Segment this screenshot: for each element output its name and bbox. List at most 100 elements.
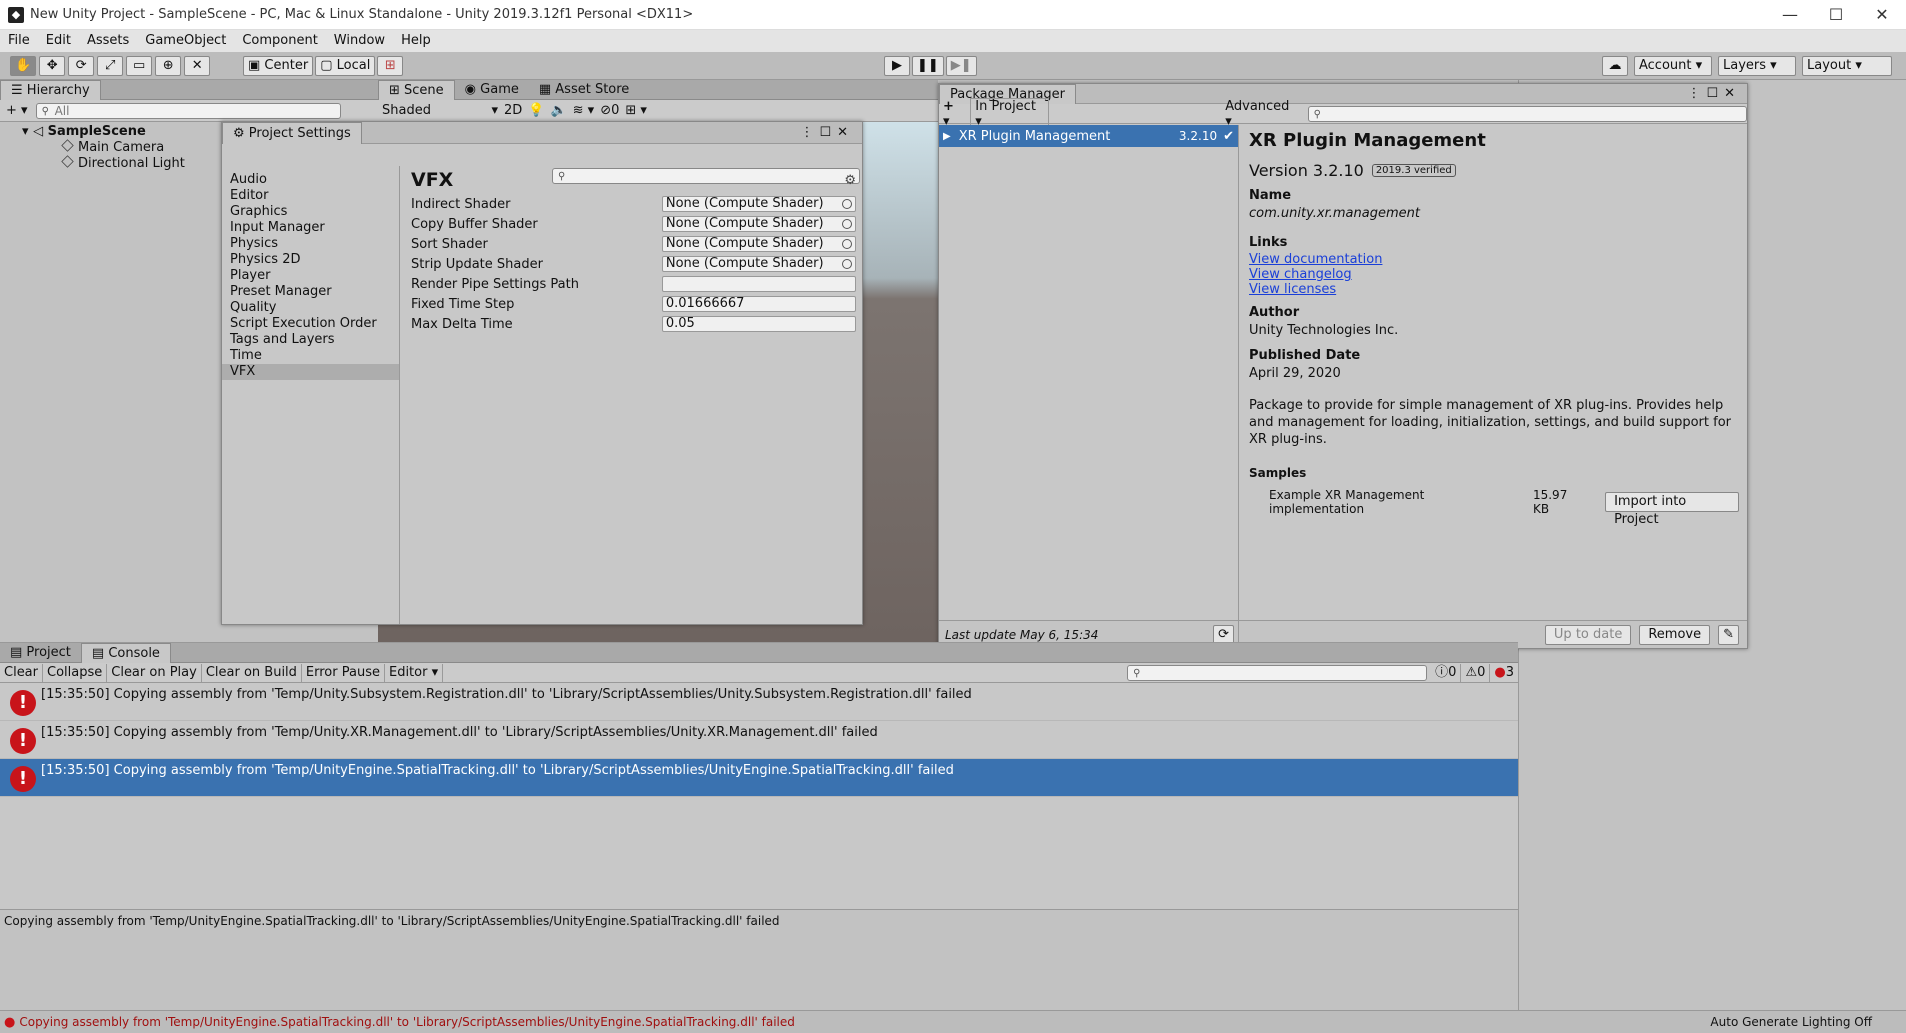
hand-tool-icon[interactable]: ✋ [10, 56, 37, 76]
package-search-input[interactable]: ⚲ [1307, 105, 1747, 122]
clear-on-build-button[interactable]: Clear on Build [202, 663, 302, 682]
custom-tool-icon[interactable]: ✕ [184, 56, 211, 76]
log-entry[interactable]: ! [15:35:50] Copying assembly from 'Temp… [0, 683, 1518, 721]
maximize-icon[interactable]: ☐ [819, 125, 837, 140]
create-dropdown-button[interactable]: + ▾ [6, 103, 28, 118]
maximize-icon[interactable]: ☐ [1706, 86, 1724, 101]
category-tags-and-layers[interactable]: Tags and Layers [222, 332, 399, 348]
menu-component[interactable]: Component [234, 30, 325, 52]
expand-arrow-icon[interactable]: ▾ [22, 124, 29, 139]
remove-button[interactable]: Remove [1639, 624, 1711, 645]
sort-shader-field[interactable]: None (Compute Shader) [661, 236, 856, 252]
expand-arrow-icon[interactable]: ▶ [943, 131, 951, 142]
copy-buffer-shader-field[interactable]: None (Compute Shader) [661, 216, 856, 232]
object-picker-icon[interactable] [842, 219, 852, 229]
shading-mode-dropdown[interactable]: Shaded ▾ [382, 103, 498, 118]
step-button[interactable]: ▶❚ [945, 56, 977, 76]
warning-filter-toggle[interactable]: ⚠0 [1461, 663, 1491, 682]
mode-2d-toggle[interactable]: 2D [504, 103, 522, 118]
view-changelog-link[interactable]: View changelog [1249, 267, 1739, 282]
category-quality[interactable]: Quality [222, 300, 399, 316]
close-button[interactable]: ✕ [1859, 0, 1905, 30]
account-dropdown[interactable]: Account ▾ [1634, 56, 1712, 76]
render-pipe-settings-path-input[interactable] [661, 276, 856, 292]
rect-tool-icon[interactable]: ▭ [126, 56, 153, 76]
menu-file[interactable]: File [0, 30, 38, 52]
error-filter-toggle[interactable]: ●3 [1490, 664, 1518, 682]
category-vfx[interactable]: VFX [222, 364, 399, 380]
tab-hierarchy[interactable]: ☰ Hierarchy [0, 79, 101, 100]
category-input-manager[interactable]: Input Manager [222, 220, 399, 236]
collapse-button[interactable]: Collapse [43, 663, 108, 682]
advanced-dropdown[interactable]: Advanced ▾ [1225, 99, 1297, 129]
object-picker-icon[interactable] [842, 199, 852, 209]
tab-project[interactable]: ▤ Project [0, 643, 81, 663]
layout-dropdown[interactable]: Layout ▾ [1802, 56, 1892, 76]
object-picker-icon[interactable] [842, 259, 852, 269]
clear-button[interactable]: Clear [0, 663, 43, 682]
log-entry-selected[interactable]: ! [15:35:50] Copying assembly from 'Temp… [0, 759, 1518, 797]
view-licenses-link[interactable]: View licenses [1249, 282, 1739, 297]
menu-gameobject[interactable]: GameObject [137, 30, 234, 52]
pivot-toggle-button[interactable]: ▣ Center [243, 56, 314, 76]
tab-project-settings[interactable]: ⚙ Project Settings [222, 121, 362, 144]
category-script-execution-order[interactable]: Script Execution Order [222, 316, 399, 332]
category-time[interactable]: Time [222, 348, 399, 364]
status-message[interactable]: Copying assembly from 'Temp/UnityEngine.… [19, 1015, 795, 1029]
tab-scene[interactable]: ⊞ Scene [378, 79, 455, 100]
effects-toggle-icon[interactable]: ≋ ▾ [573, 103, 595, 118]
space-toggle-button[interactable]: ▢ Local [315, 56, 376, 76]
grid-toggle-icon[interactable]: ⊞ ▾ [625, 103, 647, 118]
edit-icon[interactable]: ✎ [1718, 624, 1739, 645]
layers-dropdown[interactable]: Layers ▾ [1718, 56, 1796, 76]
editor-dropdown[interactable]: Editor ▾ [385, 663, 444, 682]
strip-update-shader-field[interactable]: None (Compute Shader) [661, 256, 856, 272]
close-icon[interactable]: ✕ [837, 125, 854, 140]
category-physics[interactable]: Physics [222, 236, 399, 252]
minimize-button[interactable]: — [1767, 0, 1813, 30]
audio-toggle-icon[interactable]: 🔈 [550, 103, 566, 118]
indirect-shader-field[interactable]: None (Compute Shader) [661, 196, 856, 212]
add-package-button[interactable]: + ▾ [943, 99, 964, 129]
maximize-button[interactable]: ☐ [1813, 0, 1859, 30]
menu-edit[interactable]: Edit [38, 30, 79, 52]
play-button[interactable]: ▶ [884, 56, 910, 76]
console-search-input[interactable]: ⚲ [1127, 664, 1428, 681]
error-pause-button[interactable]: Error Pause [302, 663, 385, 682]
cloud-icon[interactable]: ☁ [1602, 56, 1628, 76]
scale-tool-icon[interactable]: ⤢ [97, 56, 124, 76]
menu-help[interactable]: Help [393, 30, 439, 52]
move-tool-icon[interactable]: ✥ [39, 56, 66, 76]
close-icon[interactable]: ✕ [1724, 86, 1741, 101]
category-preset-manager[interactable]: Preset Manager [222, 284, 399, 300]
object-picker-icon[interactable] [842, 239, 852, 249]
info-filter-toggle[interactable]: ⓘ0 [1431, 663, 1462, 682]
max-delta-time-input[interactable]: 0.05 [661, 316, 856, 332]
snap-icon[interactable]: ⊞ [377, 56, 404, 76]
package-list-item[interactable]: ▶ XR Plugin Management 3.2.10 ✔ [939, 125, 1238, 147]
import-into-project-button[interactable]: Import into Project [1605, 492, 1739, 527]
tab-console[interactable]: ▤ Console [80, 642, 171, 663]
category-editor[interactable]: Editor [222, 188, 399, 204]
settings-gear-icon[interactable]: ⚙ [844, 173, 856, 188]
category-graphics[interactable]: Graphics [222, 204, 399, 220]
tab-game[interactable]: ◉ Game [455, 80, 529, 100]
more-menu-icon[interactable]: ⋮ [1687, 86, 1706, 101]
view-documentation-link[interactable]: View documentation [1249, 252, 1739, 267]
hidden-objects-icon[interactable]: ⊘0 [600, 103, 619, 118]
category-audio[interactable]: Audio [222, 172, 399, 188]
log-entry[interactable]: ! [15:35:50] Copying assembly from 'Temp… [0, 721, 1518, 759]
more-menu-icon[interactable]: ⋮ [800, 125, 819, 140]
transform-tool-icon[interactable]: ⊕ [155, 56, 182, 76]
clear-on-play-button[interactable]: Clear on Play [107, 663, 202, 682]
menu-window[interactable]: Window [326, 30, 393, 52]
category-physics-2d[interactable]: Physics 2D [222, 252, 399, 268]
hierarchy-search-input[interactable]: ⚲ All [35, 102, 341, 119]
category-player[interactable]: Player [222, 268, 399, 284]
tab-asset-store[interactable]: ▦ Asset Store [529, 80, 639, 100]
rotate-tool-icon[interactable]: ⟳ [68, 56, 95, 76]
fixed-time-step-input[interactable]: 0.01666667 [661, 296, 856, 312]
pause-button[interactable]: ❚❚ [912, 56, 944, 76]
menu-assets[interactable]: Assets [79, 30, 137, 52]
lighting-toggle-icon[interactable]: 💡 [528, 103, 544, 118]
